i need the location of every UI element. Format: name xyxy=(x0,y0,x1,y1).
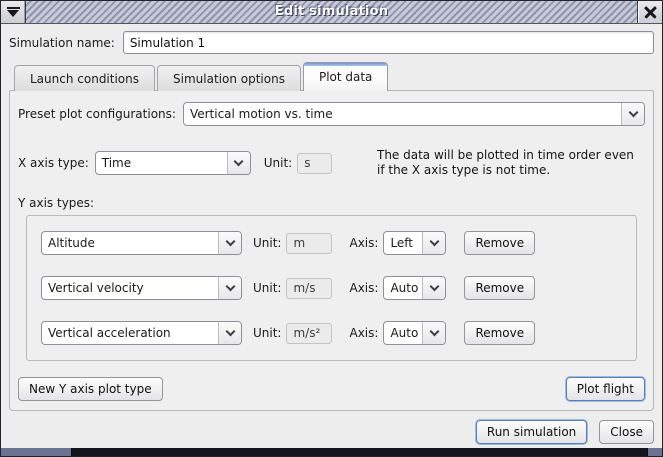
x-axis-type-select[interactable]: Time xyxy=(95,151,251,175)
titlebar: Edit simulation xyxy=(1,1,662,24)
simulation-name-row: Simulation name: xyxy=(9,31,654,54)
chevron-down-icon xyxy=(422,322,445,344)
tab-launch-conditions[interactable]: Launch conditions xyxy=(14,65,155,91)
chevron-down-icon xyxy=(227,152,250,174)
x-axis-type-label: X axis type: xyxy=(18,156,89,170)
unit-field: m/s xyxy=(286,278,332,299)
axis-label: Axis: xyxy=(349,281,378,295)
tab-plot-data[interactable]: Plot data xyxy=(303,62,388,91)
chevron-down-icon xyxy=(422,277,445,299)
y-axis-type-select-1[interactable]: Altitude xyxy=(41,231,242,255)
simulation-name-label: Simulation name: xyxy=(9,36,115,50)
axis-label: Axis: xyxy=(349,236,378,250)
axis-select-3[interactable]: Auto xyxy=(383,321,446,345)
dialog-footer: Run simulation Close xyxy=(9,420,654,444)
chevron-down-icon xyxy=(218,322,241,344)
y-axis-row-2: Vertical velocity Unit: m/s Axis: Auto R… xyxy=(41,276,622,300)
new-y-axis-plot-type-button[interactable]: New Y axis plot type xyxy=(18,377,163,401)
axis-select-1[interactable]: Left xyxy=(383,231,446,255)
simulation-name-input[interactable] xyxy=(123,31,654,54)
unit-field: m xyxy=(286,233,332,254)
remove-button-2[interactable]: Remove xyxy=(464,276,535,300)
window-title: Edit simulation xyxy=(26,1,637,23)
unit-label: Unit: xyxy=(253,326,281,340)
remove-button-1[interactable]: Remove xyxy=(464,231,535,255)
chevron-down-icon xyxy=(218,232,241,254)
x-axis-note: The data will be plotted in time order e… xyxy=(377,148,645,178)
preset-config-row: Preset plot configurations: Vertical mot… xyxy=(18,102,645,126)
tab-bar: Launch conditions Simulation options Plo… xyxy=(9,61,654,90)
panel-buttons-row: New Y axis plot type Plot flight xyxy=(18,377,645,401)
axis-label: Axis: xyxy=(349,326,378,340)
y-axis-row-3: Vertical acceleration Unit: m/s² Axis: A… xyxy=(41,321,622,345)
dialog-content: Simulation name: Launch conditions Simul… xyxy=(1,24,662,448)
preset-config-select[interactable]: Vertical motion vs. time xyxy=(183,102,645,126)
edit-simulation-dialog: Edit simulation Simulation name: Launch … xyxy=(0,0,663,457)
close-window-button[interactable] xyxy=(637,1,662,23)
chevron-down-icon xyxy=(218,277,241,299)
remove-button-3[interactable]: Remove xyxy=(464,321,535,345)
y-axis-type-select-2[interactable]: Vertical velocity xyxy=(41,276,242,300)
window-menu-button[interactable] xyxy=(1,1,26,23)
unit-label: Unit: xyxy=(253,281,281,295)
x-axis-unit-field: s xyxy=(297,153,332,174)
plot-data-panel: Preset plot configurations: Vertical mot… xyxy=(9,90,654,411)
unit-field: m/s² xyxy=(286,323,332,344)
x-axis-unit-label: Unit: xyxy=(264,156,292,170)
window-resize-border[interactable] xyxy=(1,448,662,456)
window-menu-icon xyxy=(7,7,20,17)
unit-label: Unit: xyxy=(253,236,281,250)
run-simulation-button[interactable]: Run simulation xyxy=(476,420,587,444)
x-axis-row: X axis type: Time Unit: s The data will … xyxy=(18,148,645,178)
tab-simulation-options[interactable]: Simulation options xyxy=(157,65,301,91)
chevron-down-icon xyxy=(422,232,445,254)
y-axis-row-1: Altitude Unit: m Axis: Left Remove xyxy=(41,231,622,255)
y-axis-types-label: Y axis types: xyxy=(18,196,645,210)
preset-config-label: Preset plot configurations: xyxy=(18,107,176,121)
axis-select-2[interactable]: Auto xyxy=(383,276,446,300)
y-axis-type-select-3[interactable]: Vertical acceleration xyxy=(41,321,242,345)
chevron-down-icon xyxy=(621,103,644,125)
close-button[interactable]: Close xyxy=(599,420,654,444)
plot-flight-button[interactable]: Plot flight xyxy=(566,377,645,401)
y-axis-groupbox: Altitude Unit: m Axis: Left Remove Verti… xyxy=(26,215,637,361)
close-icon xyxy=(644,6,657,19)
